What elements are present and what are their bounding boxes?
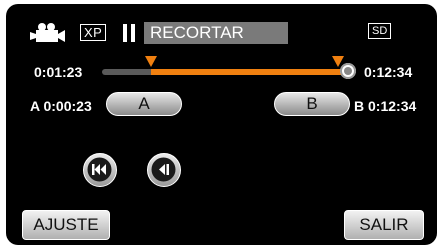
pause-icon (123, 24, 137, 42)
camcorder-screen: XP RECORTAR SD 0:01:23 0:12:34 A 0:00:23… (6, 4, 437, 245)
trim-range (151, 69, 348, 75)
mode-title: RECORTAR (144, 22, 288, 44)
point-a-prefix: A (30, 98, 40, 114)
sd-card-badge: SD (368, 23, 392, 39)
frame-step-back-button[interactable] (147, 153, 181, 187)
salir-button[interactable]: SALIR (344, 210, 424, 240)
playhead-knob[interactable] (340, 63, 356, 79)
skip-to-start-icon (87, 157, 112, 182)
timeline-track[interactable] (102, 63, 356, 79)
point-b-time: 0:12:34 (368, 98, 417, 114)
quality-badge: XP (80, 24, 107, 41)
ajuste-button[interactable]: AJUSTE (22, 210, 110, 240)
point-a-label: A 0:00:23 (30, 98, 92, 114)
point-a-time: 0:00:23 (43, 98, 92, 114)
skip-to-start-button[interactable] (83, 153, 117, 187)
point-b-prefix: B (354, 98, 365, 114)
timeline-start-time: 0:01:23 (34, 64, 83, 80)
trim-start-marker (145, 56, 158, 67)
set-point-b-button[interactable]: B (274, 92, 350, 116)
timeline-end-time: 0:12:34 (364, 64, 413, 80)
point-b-label: B 0:12:34 (354, 98, 416, 114)
set-point-a-button[interactable]: A (106, 92, 182, 116)
frame-step-back-icon (151, 157, 176, 182)
video-camera-icon (30, 23, 65, 42)
status-bar: XP RECORTAR SD (6, 4, 437, 50)
